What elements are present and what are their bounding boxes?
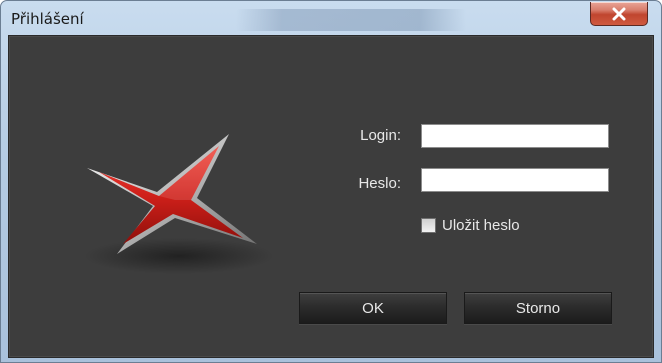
close-icon — [611, 7, 627, 21]
remember-password-label[interactable]: Uložit heslo — [442, 217, 520, 234]
password-input[interactable] — [421, 168, 609, 192]
login-input[interactable] — [421, 124, 609, 148]
password-label: Heslo: — [358, 175, 401, 192]
dialog-content: Login: Heslo: Uložit heslo OK Storno — [8, 35, 654, 358]
title-bar-glass — [236, 9, 466, 31]
close-button[interactable] — [590, 2, 648, 26]
x-logo-icon — [79, 126, 279, 286]
login-dialog: Přihlášení Login: Heslo: Uložit heslo OK… — [0, 0, 662, 363]
login-label: Login: — [360, 127, 401, 144]
cancel-button[interactable]: Storno — [464, 292, 612, 324]
remember-password-checkbox[interactable] — [421, 218, 436, 233]
window-title: Přihlášení — [11, 10, 84, 28]
ok-button[interactable]: OK — [299, 292, 447, 324]
